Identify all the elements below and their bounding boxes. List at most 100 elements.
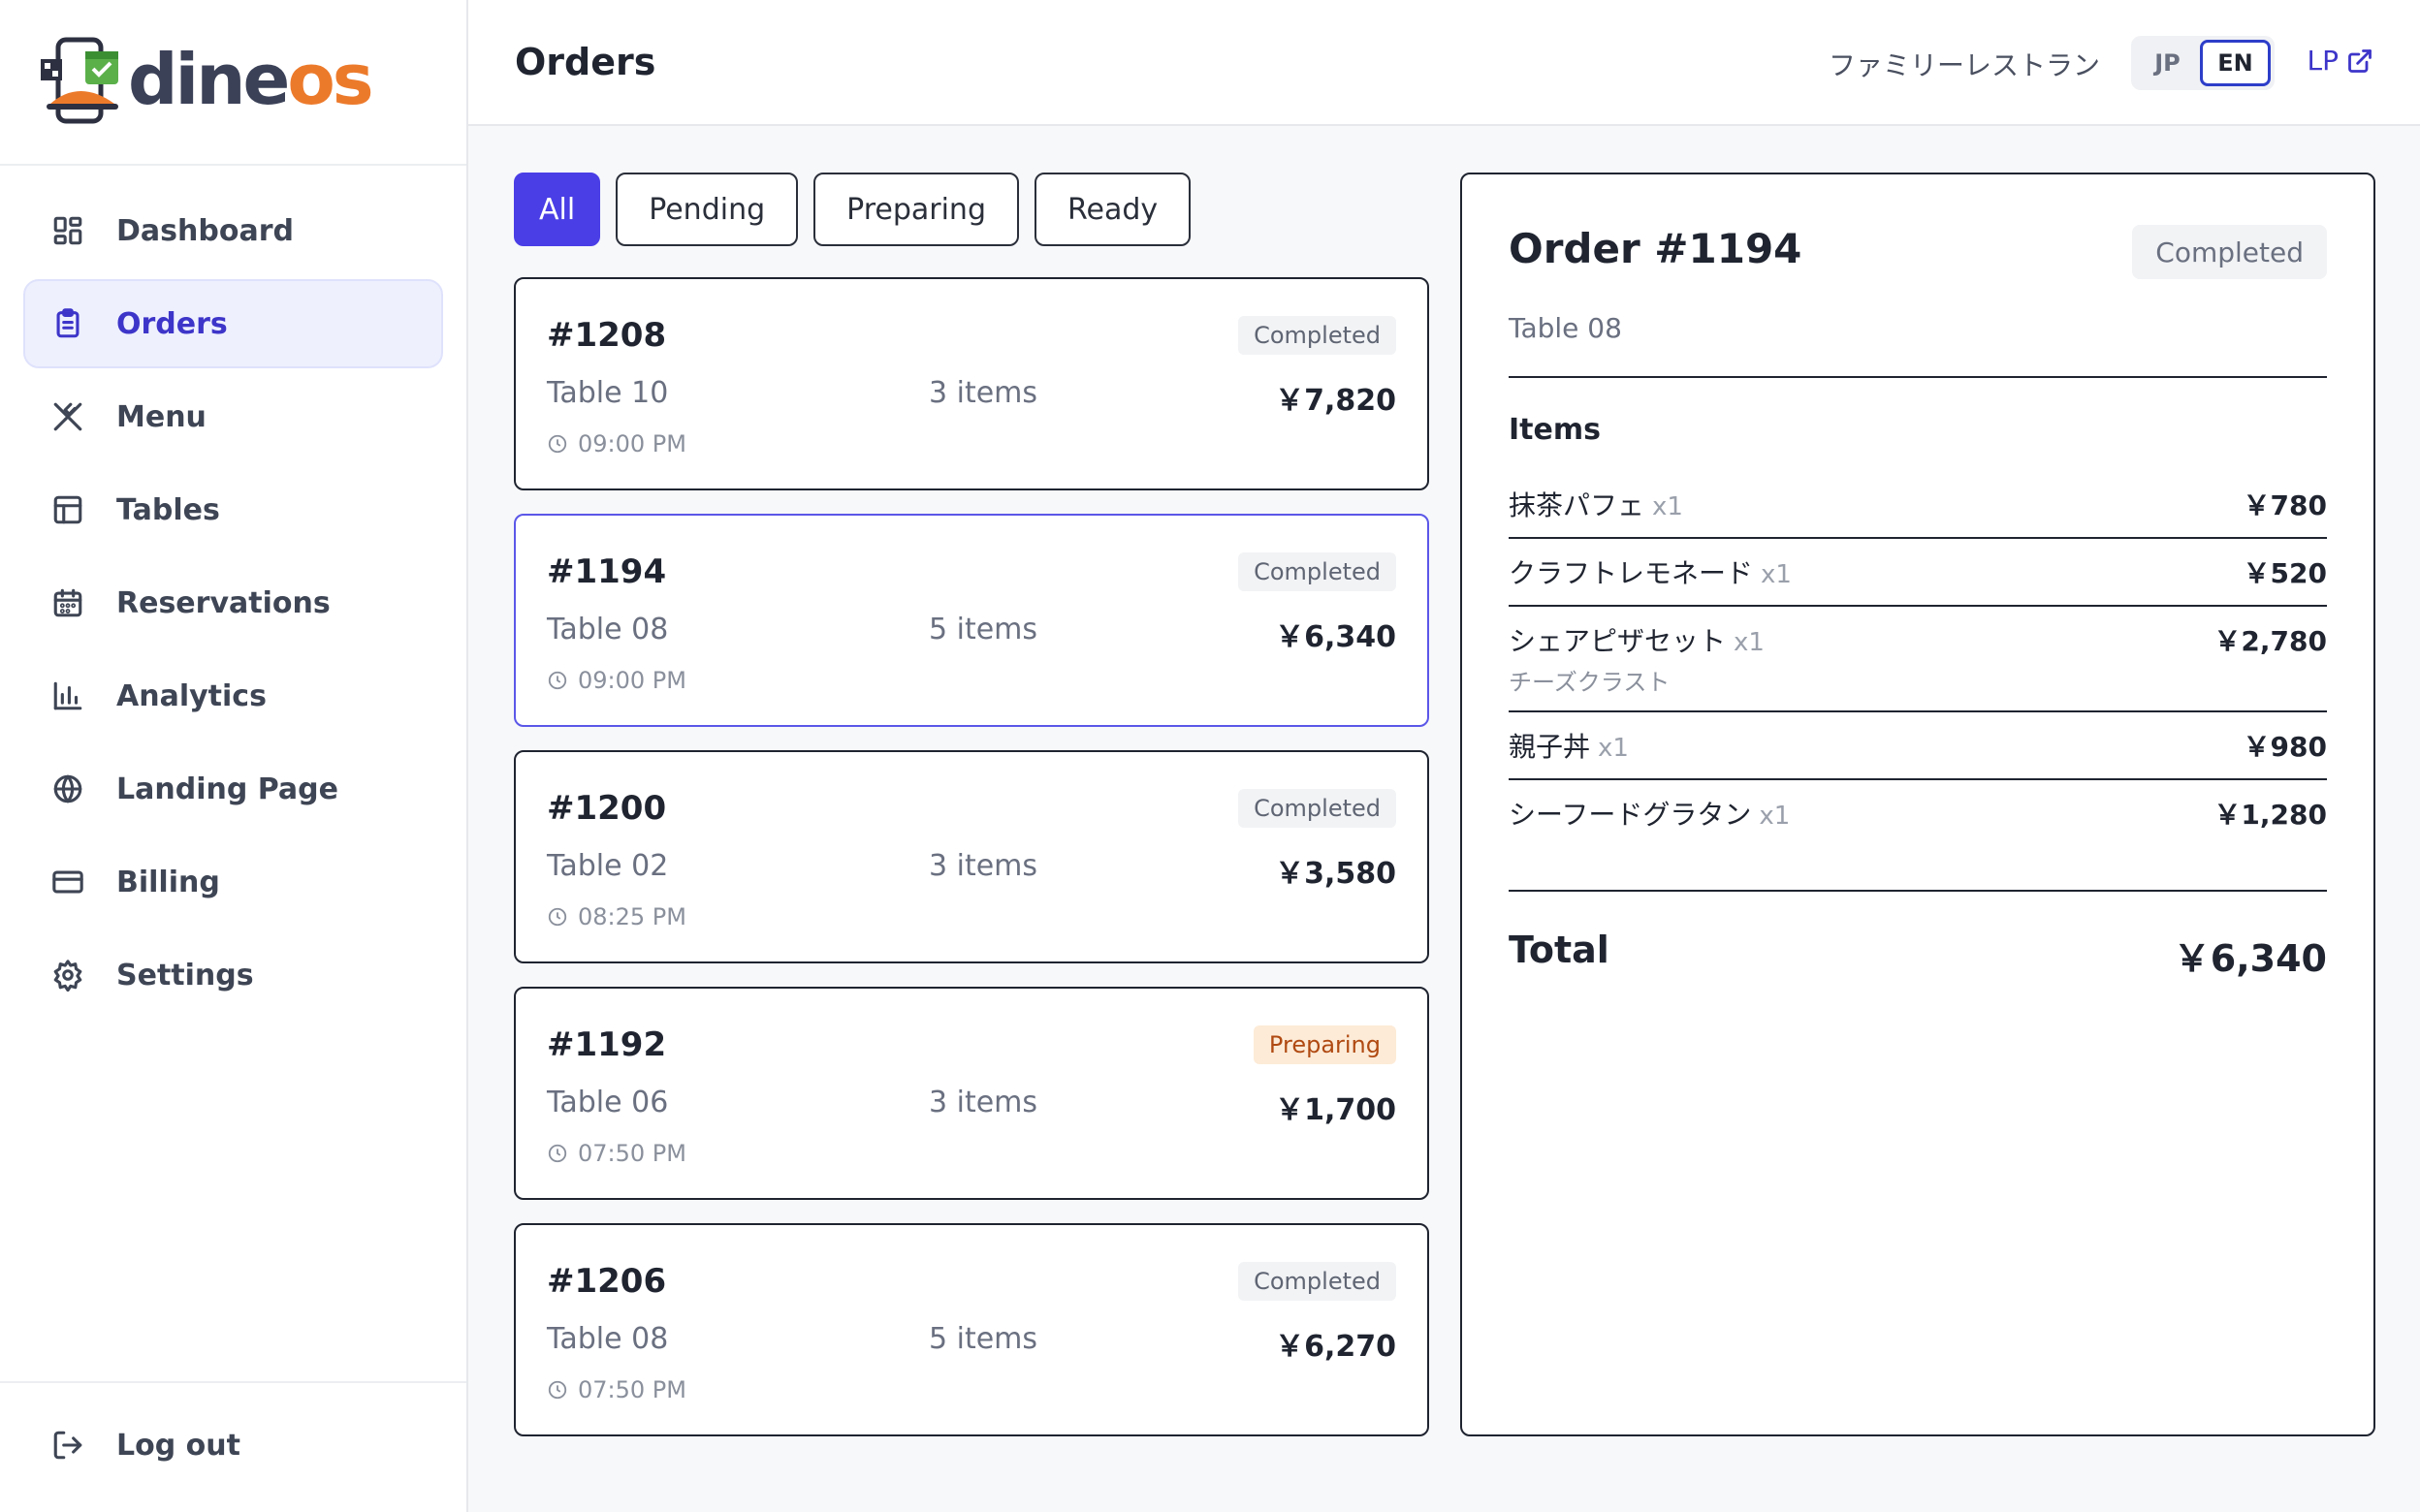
filter-all[interactable]: All — [514, 173, 601, 246]
item-name: 抹茶パフェ — [1509, 489, 1645, 521]
order-number: #1194 — [547, 552, 667, 591]
clock-icon — [548, 671, 567, 690]
order-time-label: 08:25 PM — [578, 903, 686, 930]
order-price: ￥6,270 — [1275, 1330, 1396, 1364]
sidebar-item-reservations[interactable]: Reservations — [23, 558, 443, 647]
order-price: ￥3,580 — [1275, 857, 1396, 891]
sidebar-item-orders[interactable]: Orders — [23, 279, 443, 368]
sidebar-item-billing[interactable]: Billing — [23, 837, 443, 927]
external-link-icon — [2348, 48, 2372, 73]
order-price: ￥6,340 — [1275, 620, 1396, 654]
logout-icon — [50, 1428, 85, 1463]
item-price: ￥1,280 — [2213, 799, 2327, 831]
order-time: 08:25 PM — [547, 903, 686, 930]
clock-icon — [548, 907, 567, 927]
restaurant-name: ファミリーレストラン — [1828, 49, 2100, 81]
utensils-icon — [50, 399, 85, 434]
order-table: Table 08 — [547, 1322, 669, 1356]
sidebar-item-label: Orders — [116, 306, 228, 341]
list-item: 親子丼 x1 ￥980 — [1509, 712, 2327, 780]
sidebar-item-dashboard[interactable]: Dashboard — [23, 186, 443, 275]
globe-icon — [50, 772, 85, 806]
order-time-label: 09:00 PM — [578, 667, 686, 694]
filter-pending[interactable]: Pending — [616, 173, 799, 246]
table-layout-icon — [50, 492, 85, 527]
page-title: Orders — [515, 41, 656, 83]
sidebar-item-settings[interactable]: Settings — [23, 930, 443, 1020]
status-badge: Completed — [1238, 552, 1396, 591]
gear-icon — [50, 958, 85, 992]
item-name: クラフトレモネード — [1509, 557, 1754, 589]
bar-chart-icon — [50, 678, 85, 713]
item-qty: x1 — [1734, 628, 1765, 657]
logout-label: Log out — [116, 1428, 240, 1463]
order-card[interactable]: #1194 Completed Table 08 5 items ￥6,340 … — [514, 514, 1429, 727]
order-number: #1206 — [547, 1262, 667, 1301]
order-card[interactable]: #1206 Completed Table 08 5 items ￥6,270 … — [514, 1223, 1429, 1436]
item-qty: x1 — [1761, 560, 1792, 589]
item-qty: x1 — [1598, 734, 1629, 763]
filter-preparing[interactable]: Preparing — [813, 173, 1019, 246]
logout-button[interactable]: Log out — [23, 1401, 242, 1490]
divider — [1509, 890, 2327, 892]
status-badge: Completed — [1238, 316, 1396, 355]
list-item: 抹茶パフェ x1 ￥780 — [1509, 471, 2327, 539]
order-time: 09:00 PM — [547, 667, 686, 694]
lp-link-label: LP — [2307, 45, 2339, 77]
lang-en-button[interactable]: EN — [2200, 40, 2271, 86]
item-name: シェアピザセット — [1509, 625, 1727, 657]
sidebar: dineos Dashboard Orders Menu Tables Rese… — [0, 0, 468, 1512]
language-toggle: JP EN — [2131, 36, 2275, 90]
order-detail-table: Table 08 — [1509, 312, 1622, 344]
item-option: チーズクラスト — [1509, 669, 1671, 696]
filter-ready[interactable]: Ready — [1035, 173, 1192, 246]
order-card[interactable]: #1200 Completed Table 02 3 items ￥3,580 … — [514, 750, 1429, 963]
order-list: #1208 Completed Table 10 3 items ￥7,820 … — [514, 277, 1429, 1460]
sidebar-item-label: Analytics — [116, 678, 267, 713]
total-label: Total — [1509, 929, 1609, 971]
order-card[interactable]: #1208 Completed Table 10 3 items ￥7,820 … — [514, 277, 1429, 490]
item-qty: x1 — [1652, 492, 1683, 521]
item-qty: x1 — [1759, 802, 1791, 831]
clock-icon — [548, 1144, 567, 1163]
item-name: 親子丼 — [1509, 731, 1591, 763]
status-badge: Completed — [1238, 1262, 1396, 1301]
order-item-count: 3 items — [929, 849, 1038, 883]
sidebar-item-label: Landing Page — [116, 772, 338, 806]
order-card[interactable]: #1192 Preparing Table 06 3 items ￥1,700 … — [514, 987, 1429, 1200]
items-heading: Items — [1509, 413, 1601, 447]
sidebar-item-label: Menu — [116, 399, 207, 434]
clock-icon — [548, 434, 567, 454]
status-badge: Completed — [1238, 789, 1396, 828]
order-time: 07:50 PM — [547, 1140, 686, 1167]
order-number: #1200 — [547, 789, 667, 828]
order-number: #1192 — [547, 1025, 667, 1064]
status-filter-bar: All Pending Preparing Ready — [514, 173, 1206, 246]
item-price: ￥2,780 — [2213, 625, 2327, 657]
clock-icon — [548, 1380, 567, 1400]
sidebar-item-label: Settings — [116, 958, 254, 992]
order-time-label: 07:50 PM — [578, 1140, 686, 1167]
order-item-count: 5 items — [929, 1322, 1038, 1356]
sidebar-item-analytics[interactable]: Analytics — [23, 651, 443, 740]
order-price: ￥7,820 — [1275, 384, 1396, 418]
lp-link[interactable]: LP — [2308, 45, 2373, 77]
lang-jp-button[interactable]: JP — [2135, 40, 2200, 86]
item-price: ￥520 — [2243, 557, 2327, 589]
brand-name: dineos — [128, 38, 374, 120]
brand-logo-icon — [37, 34, 126, 131]
credit-card-icon — [50, 865, 85, 899]
order-time-label: 07:50 PM — [578, 1376, 686, 1403]
item-price: ￥980 — [2243, 731, 2327, 763]
order-table: Table 10 — [547, 376, 669, 410]
sidebar-item-landing-page[interactable]: Landing Page — [23, 744, 443, 834]
sidebar-item-menu[interactable]: Menu — [23, 372, 443, 461]
order-item-count: 3 items — [929, 376, 1038, 410]
top-header: Orders ファミリーレストラン JP EN LP — [468, 0, 2420, 126]
order-item-count: 3 items — [929, 1086, 1038, 1119]
sidebar-footer: Log out — [0, 1381, 466, 1512]
order-detail-panel: Order #1194 Completed Table 08 Items 抹茶パ… — [1460, 173, 2375, 1436]
divider — [1509, 376, 2327, 378]
brand[interactable]: dineos — [0, 0, 466, 166]
sidebar-item-tables[interactable]: Tables — [23, 465, 443, 554]
